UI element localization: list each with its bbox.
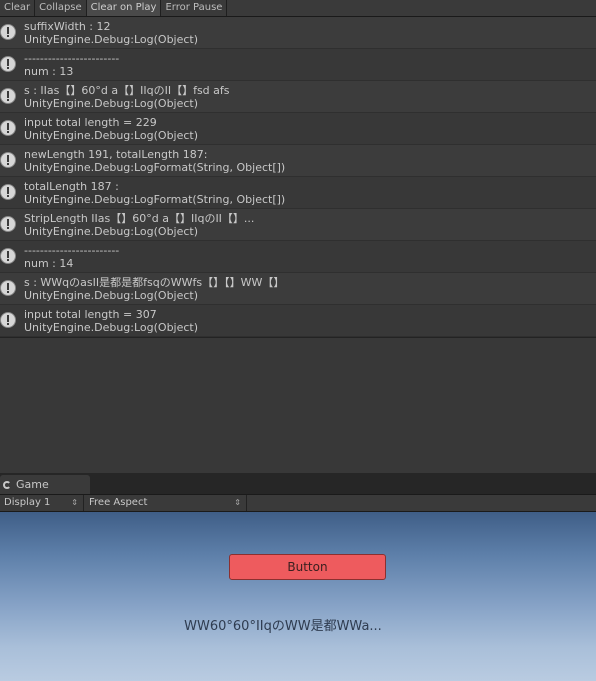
- log-entry[interactable]: s : IIas【】60°d a【】IIqのII【】fsd afs UnityE…: [0, 81, 596, 113]
- log-stacktrace: UnityEngine.Debug:LogFormat(String, Obje…: [24, 161, 286, 174]
- log-entry[interactable]: newLength 191, totalLength 187: UnityEng…: [0, 145, 596, 177]
- log-stacktrace: UnityEngine.Debug:Log(Object): [24, 289, 199, 302]
- log-stacktrace: UnityEngine.Debug:Log(Object): [24, 321, 199, 334]
- game-ui-button[interactable]: Button: [229, 554, 386, 580]
- game-viewport[interactable]: Button WW60°60°IIqのWW是都WWa...: [0, 512, 596, 681]
- log-stacktrace: UnityEngine.Debug:LogFormat(String, Obje…: [24, 193, 286, 206]
- log-message: StripLength IIas【】60°d a【】IIqのII【】...: [24, 212, 255, 225]
- updown-arrow-icon: ⇕: [71, 498, 78, 507]
- log-message: s : IIas【】60°d a【】IIqのII【】fsd afs: [24, 84, 230, 97]
- log-stacktrace: UnityEngine.Debug:Log(Object): [24, 225, 199, 238]
- log-message: ------------------------: [24, 52, 120, 65]
- log-entry[interactable]: input total length = 229 UnityEngine.Deb…: [0, 113, 596, 145]
- info-icon: [0, 248, 16, 264]
- log-stacktrace: UnityEngine.Debug:Log(Object): [24, 129, 199, 142]
- clear-on-play-toggle[interactable]: Clear on Play: [86, 0, 162, 16]
- display-select-value: Display 1: [4, 497, 51, 508]
- game-controller-icon: [3, 480, 11, 489]
- log-message: totalLength 187 :: [24, 180, 119, 193]
- toolbar-filler: [227, 0, 596, 16]
- log-entry[interactable]: totalLength 187 : UnityEngine.Debug:LogF…: [0, 177, 596, 209]
- log-stacktrace: UnityEngine.Debug:Log(Object): [24, 33, 199, 46]
- console-detail-area: [0, 338, 596, 473]
- game-ui-text: WW60°60°IIqのWW是都WWa...: [184, 619, 382, 634]
- log-entry[interactable]: s : WWqのasII是都是都fsqのWWfs【】【】WW【】 UnityEn…: [0, 273, 596, 305]
- log-stacktrace: num : 13: [24, 65, 74, 78]
- display-select[interactable]: Display 1 ⇕: [0, 495, 84, 511]
- log-stacktrace: num : 14: [24, 257, 74, 270]
- tab-game-label: Game: [16, 478, 49, 491]
- log-entry[interactable]: input total length = 307 UnityEngine.Deb…: [0, 305, 596, 337]
- clear-button[interactable]: Clear: [0, 0, 36, 16]
- log-entry[interactable]: StripLength IIas【】60°d a【】IIqのII【】... Un…: [0, 209, 596, 241]
- log-entry[interactable]: ------------------------ num : 13: [0, 49, 596, 81]
- log-message: newLength 191, totalLength 187:: [24, 148, 208, 161]
- log-entry[interactable]: ------------------------ num : 14: [0, 241, 596, 273]
- log-message: s : WWqのasII是都是都fsqのWWfs【】【】WW【】: [24, 276, 285, 289]
- info-icon: [0, 216, 16, 232]
- log-stacktrace: UnityEngine.Debug:Log(Object): [24, 97, 199, 110]
- log-message: input total length = 229: [24, 116, 157, 129]
- info-icon: [0, 56, 16, 72]
- info-icon: [0, 312, 16, 328]
- game-tabbar: Game: [0, 473, 596, 495]
- log-message: suffixWidth : 12: [24, 20, 111, 33]
- console-log-list: suffixWidth : 12 UnityEngine.Debug:Log(O…: [0, 17, 596, 338]
- info-icon: [0, 152, 16, 168]
- info-icon: [0, 184, 16, 200]
- collapse-toggle[interactable]: Collapse: [35, 0, 87, 16]
- console-toolbar: Clear Collapse Clear on Play Error Pause: [0, 0, 596, 17]
- log-message: input total length = 307: [24, 308, 157, 321]
- tab-game[interactable]: Game: [0, 475, 90, 494]
- info-icon: [0, 88, 16, 104]
- game-toolbar: Display 1 ⇕ Free Aspect ⇕: [0, 495, 596, 512]
- log-entry[interactable]: suffixWidth : 12 UnityEngine.Debug:Log(O…: [0, 17, 596, 49]
- log-message: ------------------------: [24, 244, 120, 257]
- aspect-select-value: Free Aspect: [89, 497, 148, 508]
- info-icon: [0, 24, 16, 40]
- info-icon: [0, 280, 16, 296]
- info-icon: [0, 120, 16, 136]
- updown-arrow-icon: ⇕: [234, 498, 241, 507]
- aspect-select[interactable]: Free Aspect ⇕: [85, 495, 247, 511]
- error-pause-toggle[interactable]: Error Pause: [161, 0, 228, 16]
